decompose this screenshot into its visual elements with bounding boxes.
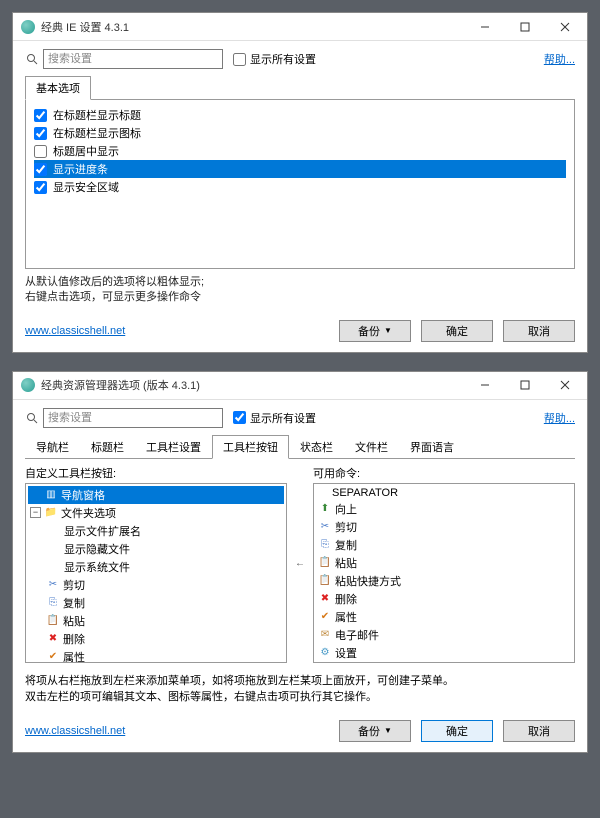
option-title-in-titlebar[interactable]: 在标题栏显示标题: [34, 106, 566, 124]
tab-toolbar-buttons[interactable]: 工具栏按钮: [212, 435, 289, 459]
minimize-button[interactable]: [465, 14, 505, 40]
cut-icon: ✂: [318, 520, 332, 534]
website-link[interactable]: www.classicshell.net: [25, 725, 125, 737]
up-icon: ⬆: [318, 502, 332, 516]
list-item[interactable]: 显示系统文件: [28, 558, 284, 576]
search-icon: [25, 411, 39, 425]
delete-icon: ✖: [318, 592, 332, 606]
titlebar[interactable]: 经典 IE 设置 4.3.1: [13, 13, 587, 41]
tab-nav[interactable]: 导航栏: [25, 435, 80, 459]
backup-button[interactable]: 备份▼: [339, 320, 411, 342]
list-item[interactable]: 显示隐藏文件: [28, 540, 284, 558]
list-item[interactable]: ✂剪切: [28, 576, 284, 594]
website-link[interactable]: www.classicshell.net: [25, 325, 125, 337]
backup-button[interactable]: 备份▼: [339, 720, 411, 742]
app-icon: [21, 378, 35, 392]
list-item[interactable]: ✖删除: [316, 590, 572, 608]
tab-statusbar[interactable]: 状态栏: [289, 435, 344, 459]
close-button[interactable]: [545, 372, 585, 398]
transfer-arrow-icon: ←: [295, 558, 305, 569]
cancel-button[interactable]: 取消: [503, 720, 575, 742]
window-explorer-options: 经典资源管理器选项 (版本 4.3.1) 显示所有设置 帮助... 导航栏 标题…: [12, 371, 588, 753]
tabs: 导航栏 标题栏 工具栏设置 工具栏按钮 状态栏 文件栏 界面语言: [25, 434, 575, 459]
copy-icon: ⎘: [318, 538, 332, 552]
tab-toolbar-settings[interactable]: 工具栏设置: [135, 435, 212, 459]
available-commands-list[interactable]: SEPARATOR ⬆向上 ✂剪切 ⎘复制 📋粘贴 📋粘贴快捷方式 ✖删除 ✔属…: [313, 483, 575, 663]
help-link[interactable]: 帮助...: [544, 410, 575, 426]
search-icon: [25, 52, 39, 66]
list-item[interactable]: ⟳刷新: [316, 662, 572, 663]
minimize-button[interactable]: [465, 372, 505, 398]
email-icon: ✉: [318, 628, 332, 642]
list-item[interactable]: ✔属性: [316, 608, 572, 626]
hint-text: 从默认值修改后的选项将以粗体显示; 右键点击选项，可显示更多操作命令: [25, 275, 575, 306]
copy-icon: ⎘: [46, 596, 60, 610]
maximize-button[interactable]: [505, 372, 545, 398]
tab-basic[interactable]: 基本选项: [25, 76, 91, 100]
ok-button[interactable]: 确定: [421, 720, 493, 742]
show-all-label: 显示所有设置: [250, 51, 316, 67]
cancel-button[interactable]: 取消: [503, 320, 575, 342]
list-item[interactable]: ✉电子邮件: [316, 626, 572, 644]
collapse-icon[interactable]: −: [30, 507, 41, 518]
custom-toolbar-list[interactable]: ▥导航窗格 −📁文件夹选项 显示文件扩展名 显示隐藏文件 显示系统文件 ✂剪切 …: [25, 483, 287, 663]
available-commands-label: 可用命令:: [313, 465, 575, 481]
search-input[interactable]: [43, 49, 223, 69]
list-item[interactable]: 📋粘贴: [316, 554, 572, 572]
tab-language[interactable]: 界面语言: [399, 435, 465, 459]
list-item[interactable]: 📋粘贴: [28, 612, 284, 630]
properties-icon: ✔: [46, 650, 60, 663]
paste-icon: 📋: [46, 614, 60, 628]
tab-filebar[interactable]: 文件栏: [344, 435, 399, 459]
show-all-checkbox[interactable]: 显示所有设置: [233, 410, 316, 426]
option-center-title[interactable]: 标题居中显示: [34, 142, 566, 160]
delete-icon: ✖: [46, 632, 60, 646]
show-all-checkbox[interactable]: 显示所有设置: [233, 51, 316, 67]
paste-icon: 📋: [318, 556, 332, 570]
list-item[interactable]: ⎘复制: [316, 536, 572, 554]
search-input[interactable]: [43, 408, 223, 428]
settings-icon: ⚙: [318, 646, 332, 660]
close-button[interactable]: [545, 14, 585, 40]
window-title: 经典 IE 设置 4.3.1: [41, 19, 465, 35]
ok-button[interactable]: 确定: [421, 320, 493, 342]
list-item[interactable]: ⬆向上: [316, 500, 572, 518]
tabs: 基本选项: [25, 75, 575, 100]
show-all-label: 显示所有设置: [250, 410, 316, 426]
cut-icon: ✂: [46, 578, 60, 592]
paste-shortcut-icon: 📋: [318, 574, 332, 588]
option-icon-in-titlebar[interactable]: 在标题栏显示图标: [34, 124, 566, 142]
tab-titlebar[interactable]: 标题栏: [80, 435, 135, 459]
list-item[interactable]: ⎘复制: [28, 594, 284, 612]
list-item[interactable]: SEPARATOR: [316, 486, 572, 500]
window-ie-settings: 经典 IE 设置 4.3.1 显示所有设置 帮助... 基本选项 在标题栏显示标…: [12, 12, 588, 353]
custom-toolbar-label: 自定义工具栏按钮:: [25, 465, 287, 481]
titlebar[interactable]: 经典资源管理器选项 (版本 4.3.1): [13, 372, 587, 400]
maximize-button[interactable]: [505, 14, 545, 40]
navpane-icon: ▥: [44, 488, 58, 502]
app-icon: [21, 20, 35, 34]
list-item[interactable]: −📁文件夹选项: [28, 504, 284, 522]
options-panel: 在标题栏显示标题 在标题栏显示图标 标题居中显示 显示进度条 显示安全区域: [25, 99, 575, 269]
option-show-security-zones[interactable]: 显示安全区域: [34, 178, 566, 196]
hint-text: 将项从右栏拖放到左栏来添加菜单项，如将项拖放到左栏某项上面放开，可创建子菜单。 …: [25, 673, 575, 706]
list-item[interactable]: ✖删除: [28, 630, 284, 648]
list-item[interactable]: ▥导航窗格: [28, 486, 284, 504]
folder-options-icon: 📁: [44, 506, 58, 520]
list-item[interactable]: ⚙设置: [316, 644, 572, 662]
option-show-progressbar[interactable]: 显示进度条: [34, 160, 566, 178]
list-item[interactable]: 显示文件扩展名: [28, 522, 284, 540]
window-title: 经典资源管理器选项 (版本 4.3.1): [41, 377, 465, 393]
list-item[interactable]: ✔属性: [28, 648, 284, 663]
list-item[interactable]: 📋粘贴快捷方式: [316, 572, 572, 590]
help-link[interactable]: 帮助...: [544, 51, 575, 67]
list-item[interactable]: ✂剪切: [316, 518, 572, 536]
properties-icon: ✔: [318, 610, 332, 624]
